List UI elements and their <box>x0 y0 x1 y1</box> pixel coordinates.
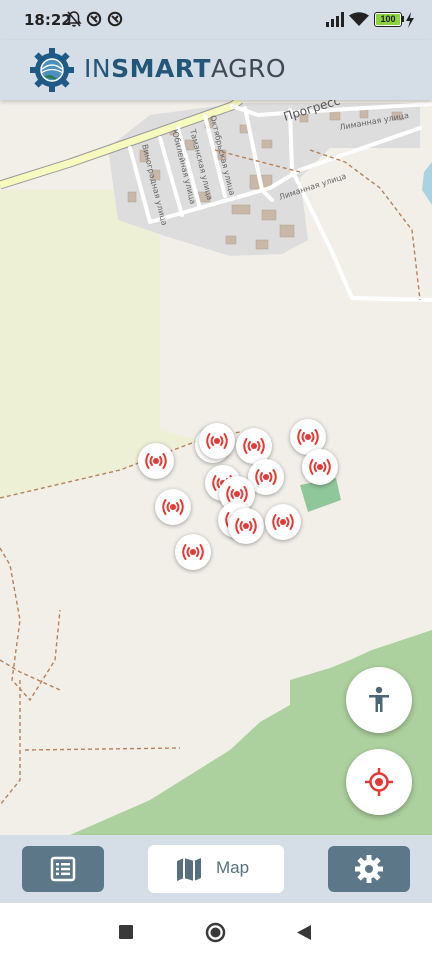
map-tab-button[interactable]: Map <box>148 845 284 893</box>
settings-tab-button[interactable] <box>328 846 410 892</box>
crosshair-icon <box>365 768 393 796</box>
data-saver-icon <box>107 11 123 27</box>
app-header: INSMARTAGRO <box>0 40 432 100</box>
sensor-marker[interactable] <box>175 534 211 570</box>
sensor-broadcast-icon <box>309 459 331 475</box>
back-button[interactable] <box>296 924 312 941</box>
battery-icon: 100 <box>374 12 402 27</box>
sensor-marker[interactable] <box>199 423 235 459</box>
accessibility-person-icon <box>369 686 389 712</box>
map-icon <box>177 858 201 881</box>
battery-level: 100 <box>380 14 396 24</box>
sensor-broadcast-icon <box>206 433 228 449</box>
brand-part-agro: AGRO <box>211 54 287 83</box>
data-saver-icon <box>86 11 102 27</box>
gear-icon <box>355 855 383 883</box>
sensor-marker[interactable] <box>138 443 174 479</box>
recents-button[interactable] <box>119 925 133 939</box>
sensor-broadcast-icon <box>297 429 319 445</box>
wifi-icon <box>349 12 369 26</box>
bell-off-icon <box>66 11 82 27</box>
system-navigation-bar <box>0 903 432 960</box>
brand-name: INSMARTAGRO <box>84 54 286 83</box>
list-icon <box>50 856 76 882</box>
list-tab-button[interactable] <box>22 846 104 892</box>
signal-icon <box>326 12 344 27</box>
battery-tip <box>402 16 404 22</box>
sensor-marker[interactable] <box>228 508 264 544</box>
sensor-broadcast-icon <box>243 438 265 454</box>
sensor-marker[interactable] <box>302 449 338 485</box>
gear-globe-icon <box>30 48 74 92</box>
charging-icon <box>406 12 414 28</box>
status-bar: 18:22 100 <box>0 0 432 40</box>
sensor-marker[interactable] <box>155 489 191 525</box>
brand-part-smart: SMART <box>111 54 211 83</box>
water-area <box>422 162 432 205</box>
sensor-broadcast-icon <box>145 453 167 469</box>
brand-part-in: IN <box>84 54 112 83</box>
map-tab-label: Map <box>216 858 250 877</box>
accessibility-button[interactable] <box>346 667 412 733</box>
bottom-navigation: Map <box>0 835 432 903</box>
sensor-broadcast-icon <box>272 514 294 530</box>
sensor-broadcast-icon <box>255 469 277 485</box>
map-view[interactable]: Прогресс Лиманная улица Лиманная улица В… <box>0 100 432 835</box>
status-time: 18:22 <box>24 11 72 29</box>
home-button[interactable] <box>205 922 226 943</box>
sensor-marker[interactable] <box>265 504 301 540</box>
sensor-broadcast-icon <box>162 499 184 515</box>
locate-me-button[interactable] <box>346 749 412 815</box>
sensor-broadcast-icon <box>182 544 204 560</box>
sensor-broadcast-icon <box>235 518 257 534</box>
